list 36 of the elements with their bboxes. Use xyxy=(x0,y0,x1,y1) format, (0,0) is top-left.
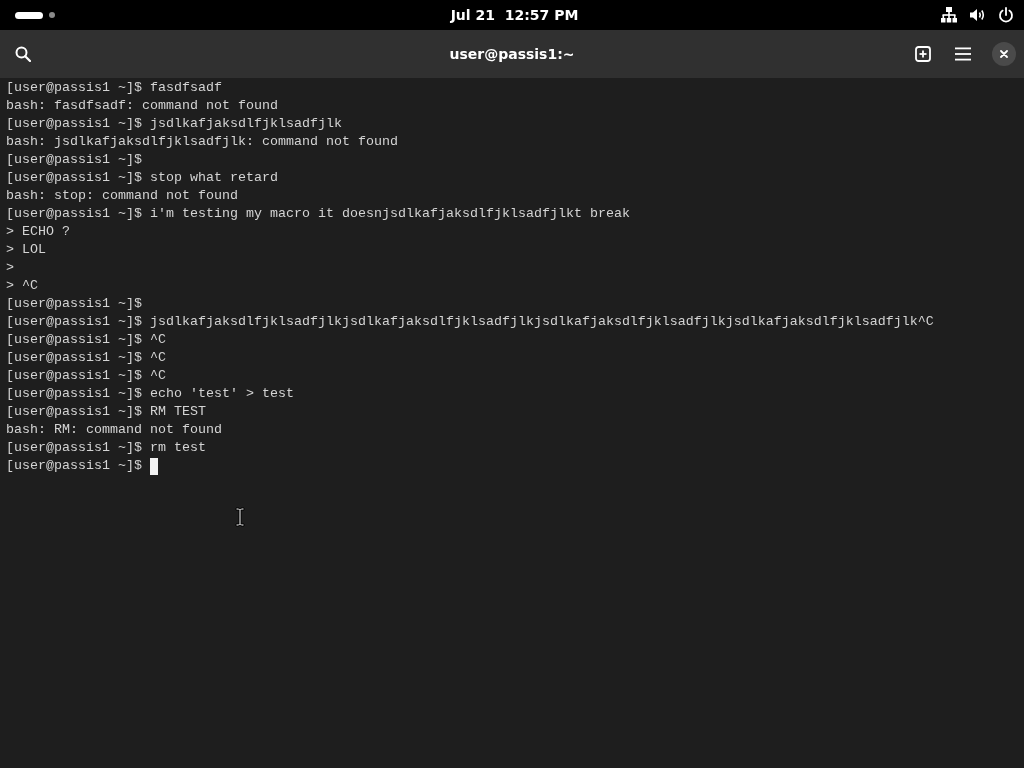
prompt-line: [user@passis1 ~]$ jsdlkafjaksdlfjklsadfjlkjsdlkafjaksdlfjklsadfjlkjsdlkafjaksdlfjklsadfjlkjsdlkafjaksdlfjklsadfjlk^C xyxy=(6,313,934,331)
prompt-line: [user@passis1 ~]$ xyxy=(6,151,142,169)
prompt-line: [user@passis1 ~]$ ^C xyxy=(6,331,166,349)
prompt-line: [user@passis1 ~]$ stop what retard xyxy=(6,169,278,187)
window-title: user@passis1:~ xyxy=(449,46,575,62)
prompt-line: [user@passis1 ~]$ xyxy=(6,295,142,313)
prompt-line: > ECHO ? xyxy=(6,223,70,241)
prompt-line: [user@passis1 ~]$ i'm testing my macro it doesnjsdlkafjaksdlfjklsadfjlkt break xyxy=(6,205,630,223)
prompt-line: [user@passis1 ~]$ fasdfsadf xyxy=(6,79,222,97)
text-cursor-icon xyxy=(235,507,245,527)
wired-network-icon[interactable] xyxy=(941,7,957,23)
prompt-line: > LOL xyxy=(6,241,46,259)
volume-icon[interactable] xyxy=(969,7,986,23)
output-line: bash: RM: command not found xyxy=(6,421,222,439)
prompt-line: [user@passis1 ~]$ rm test xyxy=(6,439,206,457)
search-icon xyxy=(15,46,31,62)
prompt-line: [user@passis1 ~]$ ^C xyxy=(6,349,166,367)
workspace-indicator[interactable] xyxy=(15,11,43,19)
workspace-indicator[interactable] xyxy=(49,12,55,18)
prompt-line: > ^C xyxy=(6,277,38,295)
close-button[interactable] xyxy=(992,42,1016,66)
menu-icon xyxy=(955,47,971,61)
prompt-line: > xyxy=(6,259,14,277)
clock[interactable]: Jul 21 12:57 PM xyxy=(446,5,583,25)
prompt-line: [user@passis1 ~]$ RM TEST xyxy=(6,403,206,421)
prompt-line: [user@passis1 ~]$ ^C xyxy=(6,367,166,385)
prompt-line: [user@passis1 ~]$ echo 'test' > test xyxy=(6,385,294,403)
close-icon xyxy=(1000,50,1008,58)
prompt-line: [user@passis1 ~]$ xyxy=(6,457,142,475)
block-cursor-icon xyxy=(150,457,158,475)
power-icon[interactable] xyxy=(998,7,1014,23)
plus-square-icon xyxy=(915,46,931,62)
output-line: bash: fasdfsadf: command not found xyxy=(6,97,278,115)
output-line: bash: stop: command not found xyxy=(6,187,238,205)
output-line: bash: jsdlkafjaksdlfjklsadfjlk: command not found xyxy=(6,133,398,151)
prompt-line: [user@passis1 ~]$ jsdlkafjaksdlfjklsadfjlk xyxy=(6,115,342,133)
